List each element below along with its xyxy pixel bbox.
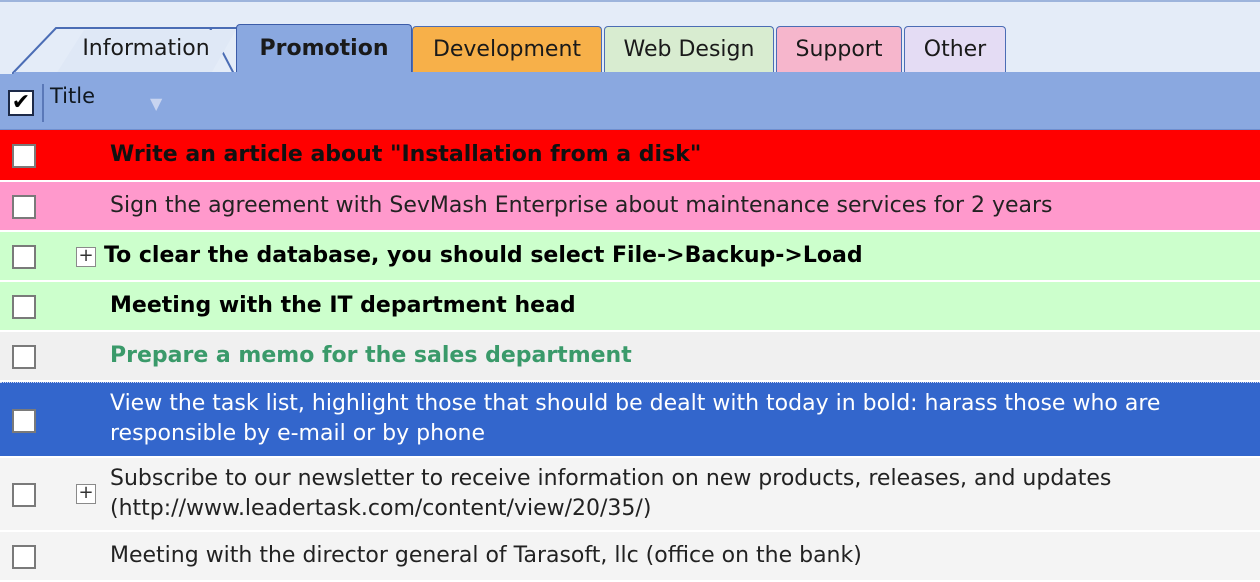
column-title-header[interactable]: Title [50, 84, 95, 108]
task-row[interactable]: Write an article about "Installation fro… [0, 130, 1260, 182]
task-checkbox[interactable] [12, 195, 36, 219]
expand-icon[interactable]: + [76, 247, 96, 267]
task-row[interactable]: Meeting with the director general of Tar… [0, 532, 1260, 582]
tab-development[interactable]: Development [412, 26, 602, 74]
tab-support[interactable]: Support [776, 26, 902, 74]
task-row[interactable]: + To clear the database, you should sele… [0, 232, 1260, 282]
task-title: Meeting with the IT department head [110, 293, 576, 318]
tab-strip: Information Promotion Development Web De… [0, 0, 1260, 76]
task-title: Prepare a memo for the sales department [110, 343, 632, 368]
task-title: Sign the agreement with SevMash Enterpri… [110, 193, 1053, 218]
header-divider [42, 84, 44, 122]
task-title-line-1: View the task list, highlight those that… [110, 391, 1161, 416]
task-row[interactable]: Sign the agreement with SevMash Enterpri… [0, 182, 1260, 232]
task-title: To clear the database, you should select… [104, 243, 863, 268]
task-checkbox[interactable] [12, 144, 36, 168]
select-all-checkbox[interactable]: ✔ [8, 90, 34, 116]
task-checkbox[interactable] [12, 245, 36, 269]
column-header: ✔ Title ▼ [0, 74, 1260, 130]
task-row[interactable]: Meeting with the IT department head [0, 282, 1260, 332]
filter-icon[interactable]: ▼ [150, 94, 162, 113]
task-checkbox[interactable] [12, 295, 36, 319]
tab-web-design[interactable]: Web Design [604, 26, 774, 74]
tab-information[interactable]: Information [56, 30, 236, 74]
task-title-line-2: (http://www.leadertask.com/content/view/… [110, 496, 652, 521]
tab-promotion[interactable]: Promotion [236, 24, 412, 74]
task-title-line-2: responsible by e-mail or by phone [110, 421, 486, 446]
task-checkbox[interactable] [12, 483, 36, 507]
task-title: Write an article about "Installation fro… [110, 142, 702, 167]
task-title-line-1: Subscribe to our newsletter to receive i… [110, 466, 1112, 491]
task-checkbox[interactable] [12, 409, 36, 433]
task-row[interactable]: Prepare a memo for the sales department [0, 332, 1260, 382]
task-title: Meeting with the director general of Tar… [110, 543, 862, 568]
task-row-selected[interactable]: View the task list, highlight those that… [0, 382, 1260, 458]
task-list: Write an article about "Installation fro… [0, 130, 1260, 582]
task-checkbox[interactable] [12, 345, 36, 369]
task-row[interactable]: + Subscribe to our newsletter to receive… [0, 458, 1260, 532]
expand-icon[interactable]: + [76, 484, 96, 504]
task-checkbox[interactable] [12, 545, 36, 569]
tab-other[interactable]: Other [904, 26, 1006, 74]
